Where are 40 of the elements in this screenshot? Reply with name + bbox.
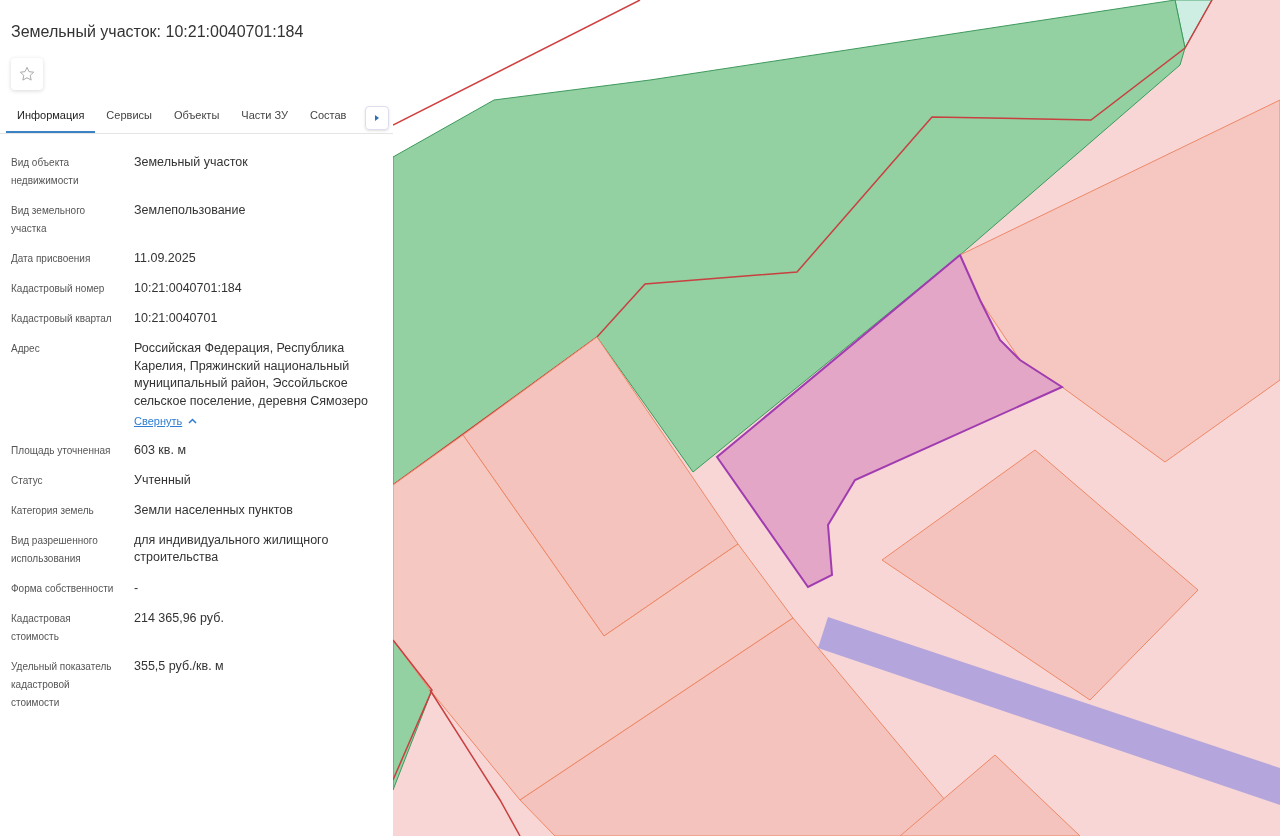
field-value: Учтенный <box>134 471 192 489</box>
field-label: Кадастровый номер <box>11 282 106 296</box>
field-label: Кадастровый квартал <box>11 312 113 326</box>
tab[interactable]: Состав <box>299 106 358 133</box>
field-value: Земли населенных пунктов <box>134 501 294 519</box>
field-label: Вид разрешенного использования <box>11 533 99 566</box>
field-value: 603 кв. м <box>134 441 187 459</box>
field-value: 214 365,96 руб. <box>134 609 225 627</box>
scroll-tabs-button[interactable] <box>365 106 389 130</box>
field-label: Удельный показатель кадастровой стоимости <box>11 659 113 710</box>
tab[interactable]: Информация <box>6 106 96 133</box>
field-value: Земельный участок <box>134 154 249 171</box>
caret-icon <box>374 114 380 122</box>
field-value: Российская Федерация, Республика Карелия, Пряжинский национальный муниципальный район, Эссойльское сельское поселение, деревня Сямозеро <box>134 340 369 410</box>
field-label: Вид земельного участка <box>11 204 87 236</box>
field-label: Вид объекта недвижимости <box>11 156 80 188</box>
field-label: Категория земель <box>11 503 95 518</box>
field-value: 10:21:0040701 <box>134 310 219 327</box>
caret-icon <box>188 418 198 425</box>
tab[interactable]: Сервисы <box>95 106 163 133</box>
field-value: 11.09.2025 <box>134 250 197 267</box>
page-title: Земельный участок: 10:21:0040701:184 <box>10 22 305 42</box>
field-value: 355,5 руб./кв. м <box>134 657 225 675</box>
field-label: Статус <box>11 473 44 488</box>
field-value: для индивидуального жилищного строительства <box>134 531 330 566</box>
tab[interactable]: Части ЗУ <box>230 106 299 133</box>
field-value: Землепользование <box>134 202 247 219</box>
field-value: 10:21:0040701:184 <box>134 280 243 297</box>
field-label: Дата присвоения <box>11 252 92 266</box>
selected-parcel[interactable] <box>715 253 1065 589</box>
star-icon <box>19 66 35 82</box>
tab[interactable]: Объекты <box>162 106 231 133</box>
favorite-button[interactable] <box>11 58 43 90</box>
field-value: - <box>134 579 140 597</box>
field-label: Кадастровая стоимость <box>11 611 72 644</box>
field-label: Форма собственности <box>11 581 115 596</box>
field-label: Площадь уточненная <box>11 443 112 458</box>
cadastral-map[interactable] <box>393 0 1280 836</box>
collapse-link[interactable]: Свернуть <box>134 413 198 430</box>
field-label: Адрес <box>11 342 41 356</box>
